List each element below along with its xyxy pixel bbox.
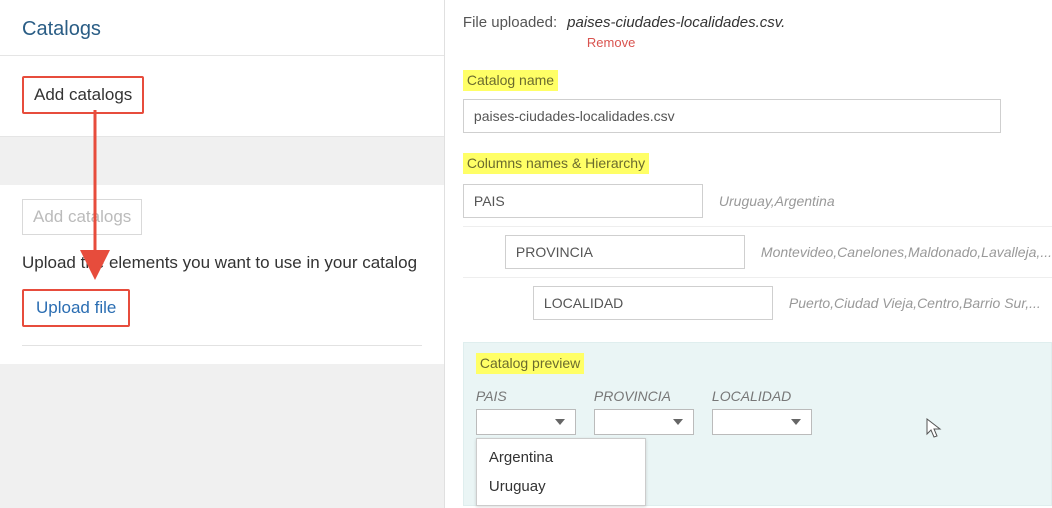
hierarchy-hint-localidad: Puerto,Ciudad Vieja,Centro,Barrio Sur,..… [789,295,1052,311]
preview-select-provincia[interactable] [594,409,694,435]
hierarchy-section: Columns names & Hierarchy Uruguay,Argent… [463,153,1052,320]
preview-col-localidad: LOCALIDAD [712,388,812,435]
preview-select-pais[interactable] [476,409,576,435]
catalogs-title: Catalogs [22,18,101,40]
hierarchy-label: Columns names & Hierarchy [463,153,649,174]
hierarchy-hint-provincia: Montevideo,Canelones,Maldonado,Lavalleja… [761,244,1052,260]
add-catalogs-button[interactable]: Add catalogs [24,78,142,112]
hierarchy-row-1: Montevideo,Canelones,Maldonado,Lavalleja… [463,226,1052,269]
file-uploaded-label: File uploaded: [463,14,557,31]
preview-col-label-pais: PAIS [476,388,576,404]
upload-file-button[interactable]: Upload file [22,289,130,327]
upload-panel: Add catalogs Upload the elements you wan… [0,185,444,364]
hierarchy-row-0: Uruguay,Argentina [463,184,1052,218]
file-uploaded-row: File uploaded: paises-ciudades-localidad… [463,14,1052,31]
catalogs-header: Catalogs [0,0,444,56]
add-catalogs-button-disabled: Add catalogs [22,199,142,235]
file-uploaded-name: paises-ciudades-localidades.csv. [567,14,785,31]
preview-col-provincia: PROVINCIA [594,388,694,435]
catalog-name-input[interactable] [463,99,1001,133]
upload-instruction-text: Upload the elements you want to use in y… [22,235,422,289]
hierarchy-input-pais[interactable] [463,184,703,218]
remove-file-link[interactable]: Remove [587,35,635,50]
catalog-preview-section: Catalog preview PAIS PROVINCIA LOCALIDAD… [463,342,1052,506]
preview-col-label-provincia: PROVINCIA [594,388,694,404]
hierarchy-input-provincia[interactable] [505,235,745,269]
preview-col-label-localidad: LOCALIDAD [712,388,812,404]
preview-col-pais: PAIS [476,388,576,435]
catalogs-toolbar: Add catalogs [0,56,444,137]
dropdown-option-argentina[interactable]: Argentina [477,443,645,472]
preview-select-localidad[interactable] [712,409,812,435]
hierarchy-row-2: Puerto,Ciudad Vieja,Centro,Barrio Sur,..… [463,277,1052,320]
hierarchy-input-localidad[interactable] [533,286,773,320]
add-catalogs-highlight: Add catalogs [22,76,144,114]
hierarchy-hint-pais: Uruguay,Argentina [719,193,1052,209]
dropdown-option-uruguay[interactable]: Uruguay [477,472,645,501]
catalog-name-label: Catalog name [463,70,558,91]
catalog-name-section: Catalog name [463,70,1052,133]
cursor-icon [926,418,944,440]
catalog-preview-label: Catalog preview [476,353,584,374]
preview-pais-dropdown: Argentina Uruguay [476,438,646,506]
